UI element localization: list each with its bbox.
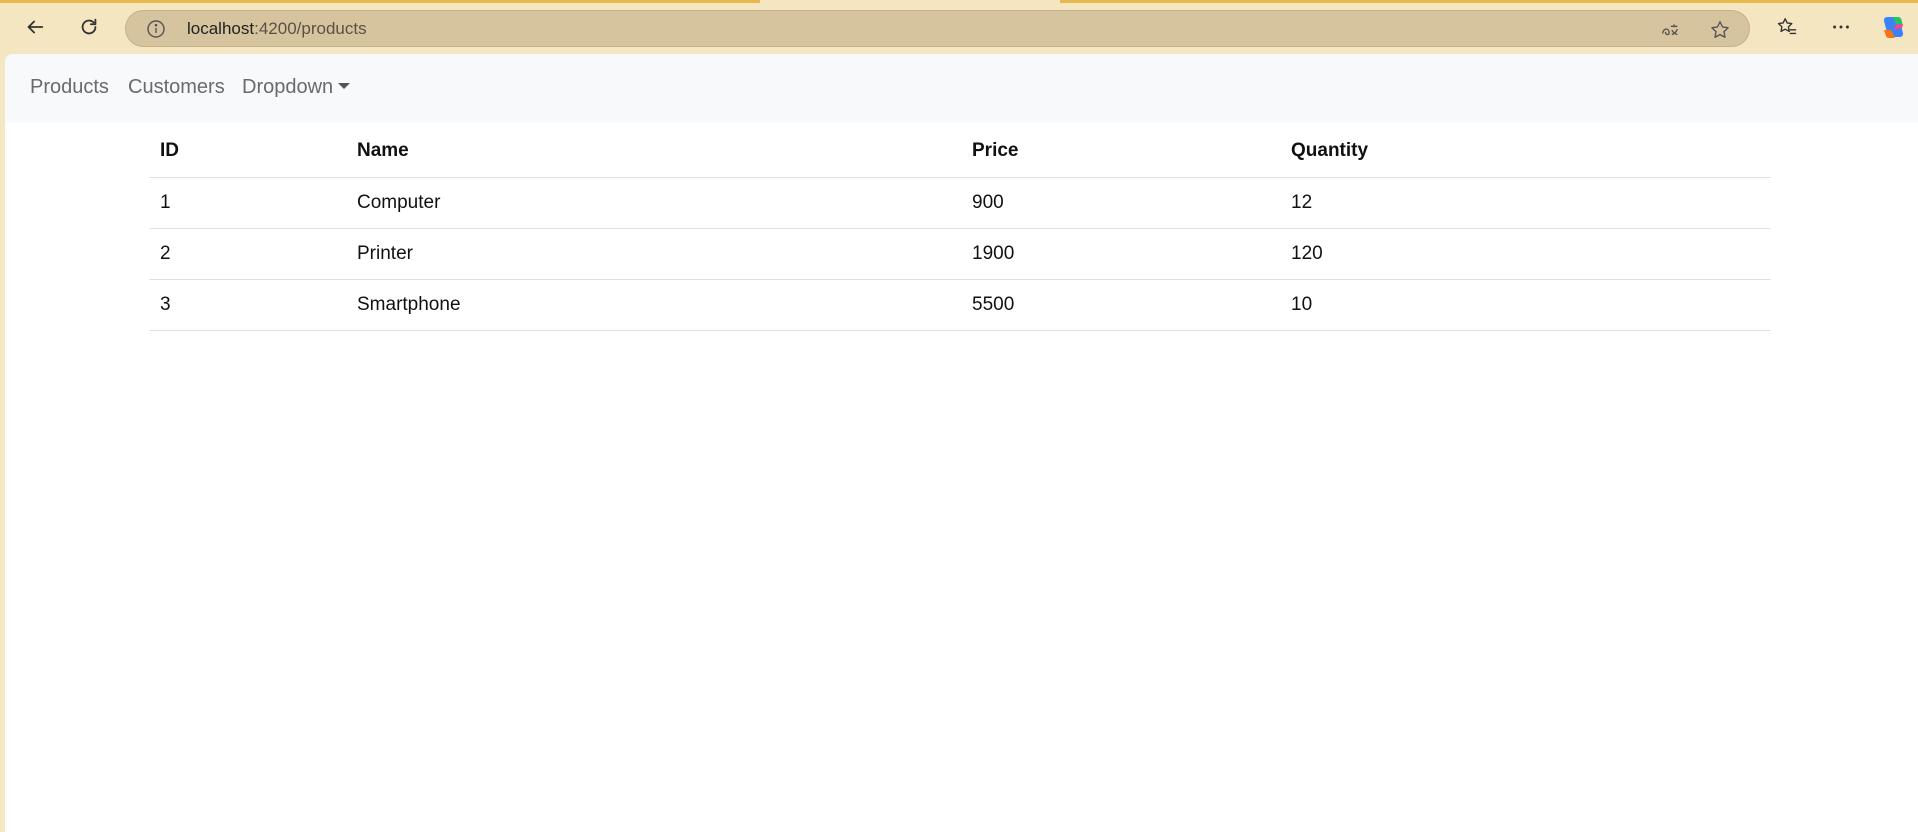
table-row: 1 Computer 900 12	[149, 177, 1771, 229]
table-row: 3 Smartphone 5500 10	[149, 279, 1771, 331]
table-header-row: ID Name Price Quantity	[149, 126, 1771, 178]
refresh-icon[interactable]	[72, 10, 106, 44]
cell-price: 900	[961, 177, 1280, 229]
column-header-price: Price	[961, 126, 1280, 178]
nav-dropdown-toggle[interactable]: Dropdown	[242, 76, 351, 99]
table-row: 2 Printer 1900 120	[149, 228, 1771, 280]
nav-dropdown-label: Dropdown	[242, 76, 334, 98]
caret-down-icon	[338, 83, 351, 89]
products-table: ID Name Price Quantity 1 Computer 900 12…	[149, 126, 1771, 331]
page-viewport: Products Customers Dropdown ID Name Pric…	[5, 54, 1918, 832]
active-tab-indicator	[760, 0, 1060, 3]
url-text[interactable]: localhost:4200/products	[187, 19, 367, 39]
column-header-id: ID	[149, 126, 346, 178]
more-icon[interactable]	[1824, 10, 1858, 44]
cell-id: 3	[149, 279, 346, 331]
info-icon[interactable]	[146, 19, 166, 39]
cell-price: 5500	[961, 279, 1280, 331]
cell-name: Smartphone	[346, 279, 961, 331]
cell-quantity: 10	[1280, 279, 1771, 331]
browser-toolbar: localhost:4200/products	[0, 0, 1918, 54]
nav-link-customers[interactable]: Customers	[128, 76, 225, 99]
column-header-quantity: Quantity	[1280, 126, 1771, 178]
url-host: localhost	[187, 19, 255, 38]
cell-price: 1900	[961, 228, 1280, 280]
star-icon[interactable]	[1708, 18, 1732, 42]
cell-quantity: 120	[1280, 228, 1771, 280]
favorites-icon[interactable]	[1770, 10, 1804, 44]
cell-name: Printer	[346, 228, 961, 280]
back-arrow-icon[interactable]	[18, 10, 52, 44]
column-header-name: Name	[346, 126, 961, 178]
cell-name: Computer	[346, 177, 961, 229]
copilot-icon[interactable]	[1876, 10, 1910, 44]
top-navbar: Products Customers Dropdown	[5, 54, 1918, 123]
nav-link-products[interactable]: Products	[30, 76, 109, 99]
url-path: :4200/products	[254, 19, 367, 38]
cell-id: 1	[149, 177, 346, 229]
cell-quantity: 12	[1280, 177, 1771, 229]
address-bar[interactable]: localhost:4200/products	[125, 10, 1750, 47]
cell-id: 2	[149, 228, 346, 280]
translate-icon[interactable]	[1658, 18, 1682, 42]
